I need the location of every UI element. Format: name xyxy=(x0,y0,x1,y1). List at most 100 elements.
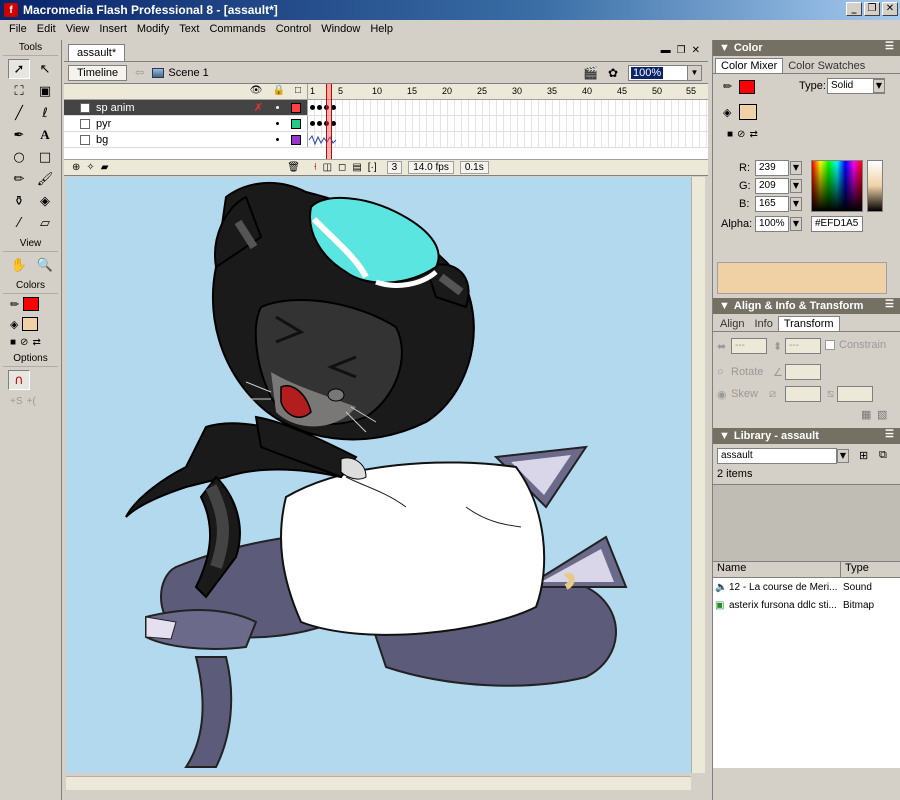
layer-frames[interactable] xyxy=(308,132,708,147)
chevron-down-icon[interactable]: ▼ xyxy=(790,217,802,231)
chevron-down-icon[interactable]: ▼ xyxy=(790,197,802,211)
snap-magnet-icon[interactable]: ∩ xyxy=(8,370,30,390)
new-library-panel-icon[interactable]: ⧉ xyxy=(879,449,887,462)
outline-icon[interactable]: □ xyxy=(295,85,301,96)
frame-ruler[interactable]: 1 5 10 15 20 25 30 35 40 45 50 55 xyxy=(308,84,708,99)
skew-h-field[interactable] xyxy=(785,386,821,402)
chevron-down-icon[interactable]: ▼ xyxy=(790,179,802,193)
skew-v-field[interactable] xyxy=(837,386,873,402)
chevron-down-icon[interactable]: ▼ xyxy=(837,449,849,463)
menu-insert[interactable]: Insert xyxy=(94,23,132,35)
free-transform-tool-icon[interactable]: ⛶ xyxy=(8,81,30,101)
edit-scene-icon[interactable]: 🎬 xyxy=(583,66,598,80)
back-arrow-icon[interactable]: ⇦ xyxy=(135,66,144,79)
paint-bucket-tool-icon[interactable]: ◈ xyxy=(34,191,56,211)
line-tool-icon[interactable]: ╱ xyxy=(8,103,30,123)
onion-outline-icon[interactable]: ◻ xyxy=(338,162,346,173)
eye-icon[interactable]: 👁 xyxy=(250,85,263,96)
menu-view[interactable]: View xyxy=(61,23,95,35)
panel-options-icon[interactable]: ☰ xyxy=(885,41,894,52)
align-panel-title[interactable]: ▼ Align & Info & Transform ☰ xyxy=(713,298,900,314)
panel-options-icon[interactable]: ☰ xyxy=(885,429,894,440)
tab-align[interactable]: Align xyxy=(715,317,749,331)
gradient-transform-tool-icon[interactable]: ▣ xyxy=(34,81,56,101)
menu-file[interactable]: File xyxy=(4,23,32,35)
close-doc-icon[interactable]: ✕ xyxy=(692,45,700,56)
swap-colors-icon[interactable]: ⇄ xyxy=(749,129,757,140)
restore-doc-icon[interactable]: ❐ xyxy=(677,45,686,56)
oval-tool-icon[interactable]: ○ xyxy=(8,147,30,167)
alpha-field[interactable]: 100% xyxy=(755,216,789,232)
rotate-radio-icon[interactable]: ○ xyxy=(717,366,724,378)
chevron-down-icon[interactable]: ▼ xyxy=(687,66,701,80)
pencil-tool-icon[interactable]: ✏ xyxy=(8,169,30,189)
g-field[interactable]: 209 xyxy=(755,178,789,194)
minimize-button[interactable]: _ xyxy=(846,2,862,16)
trash-icon[interactable]: 🗑 xyxy=(287,162,300,173)
zoom-select[interactable]: 100% ▼ xyxy=(628,65,702,81)
tab-color-mixer[interactable]: Color Mixer xyxy=(715,58,784,73)
height-field[interactable]: --- xyxy=(785,338,821,354)
lasso-tool-icon[interactable]: ℓ xyxy=(34,103,56,123)
tab-transform[interactable]: Transform xyxy=(777,316,840,331)
center-frame-icon[interactable]: ⍿ xyxy=(314,162,317,173)
menu-text[interactable]: Text xyxy=(174,23,204,35)
playhead[interactable] xyxy=(326,84,332,160)
tab-color-swatches[interactable]: Color Swatches xyxy=(783,59,870,73)
add-layer-icon[interactable]: ⊕ xyxy=(72,162,80,173)
black-white-icon[interactable]: ■ xyxy=(727,129,733,140)
lock-icon[interactable]: 🔒 xyxy=(273,85,285,96)
layer-row[interactable]: sp anim ✗ xyxy=(64,100,708,116)
horizontal-scrollbar[interactable] xyxy=(66,776,691,790)
document-tab[interactable]: assault* xyxy=(68,44,126,61)
library-col-type[interactable]: Type xyxy=(841,562,869,577)
menu-control[interactable]: Control xyxy=(271,23,316,35)
tab-info[interactable]: Info xyxy=(749,317,777,331)
stroke-color-swatch[interactable] xyxy=(23,297,40,311)
rotate-field[interactable] xyxy=(785,364,821,380)
rectangle-tool-icon[interactable]: □ xyxy=(34,147,56,167)
menu-modify[interactable]: Modify xyxy=(132,23,174,35)
mixer-stroke-swatch[interactable] xyxy=(739,80,755,94)
library-panel-title[interactable]: ▼ Library - assault ☰ xyxy=(713,428,900,444)
hand-tool-icon[interactable]: ✋ xyxy=(8,255,30,275)
reset-transform-icon[interactable]: ▧ xyxy=(877,408,887,421)
frame-rate[interactable]: 14.0 fps xyxy=(408,161,454,174)
close-button[interactable]: ✕ xyxy=(882,2,898,16)
r-field[interactable]: 239 xyxy=(755,160,789,176)
fill-color-swatch[interactable] xyxy=(22,317,39,331)
library-doc-select[interactable]: assault xyxy=(717,448,837,464)
collapse-arrow-icon[interactable]: ▼ xyxy=(719,300,730,312)
no-color-icon[interactable]: ⊘ xyxy=(20,337,28,348)
smooth-icon[interactable]: +S xyxy=(10,396,23,407)
color-panel-title[interactable]: ▼ Color ☰ xyxy=(713,40,900,56)
text-tool-icon[interactable]: A xyxy=(34,125,56,145)
collapse-arrow-icon[interactable]: ▼ xyxy=(719,42,730,54)
straighten-icon[interactable]: +( xyxy=(27,396,36,407)
no-color-icon[interactable]: ⊘ xyxy=(737,129,745,140)
layer-frames[interactable] xyxy=(308,100,708,115)
layer-color-swatch[interactable] xyxy=(291,119,301,129)
minimize-doc-icon[interactable]: ▬ xyxy=(661,45,671,56)
color-spectrum-picker[interactable] xyxy=(811,160,863,212)
menu-window[interactable]: Window xyxy=(316,23,365,35)
ink-bottle-tool-icon[interactable]: ⚱ xyxy=(8,191,30,211)
brightness-slider[interactable] xyxy=(867,160,883,212)
mixer-fill-swatch[interactable] xyxy=(739,104,757,120)
swap-colors-icon[interactable]: ⇄ xyxy=(32,337,40,348)
timeline-toggle-button[interactable]: Timeline xyxy=(68,64,128,81)
library-item[interactable]: ▣ asterix fursona ddlc sti... Bitmap xyxy=(713,596,900,614)
pin-library-icon[interactable]: ⊞ xyxy=(859,449,868,462)
eyedropper-tool-icon[interactable]: ⁄ xyxy=(8,213,30,233)
copy-transform-icon[interactable]: ▦ xyxy=(861,408,871,421)
zoom-tool-icon[interactable]: 🔍 xyxy=(34,255,56,275)
library-item[interactable]: 🔈 12 - La course de Meri... Sound xyxy=(713,578,900,596)
black-white-icon[interactable]: ■ xyxy=(10,337,16,348)
panel-options-icon[interactable]: ☰ xyxy=(885,299,894,310)
brush-tool-icon[interactable]: 🖌 xyxy=(34,169,56,189)
layer-frames[interactable] xyxy=(308,116,708,131)
hex-field[interactable]: #EFD1A5 xyxy=(811,216,863,232)
collapse-arrow-icon[interactable]: ▼ xyxy=(719,430,730,442)
pen-tool-icon[interactable]: ✒ xyxy=(8,125,30,145)
layer-row[interactable]: bg xyxy=(64,132,708,148)
